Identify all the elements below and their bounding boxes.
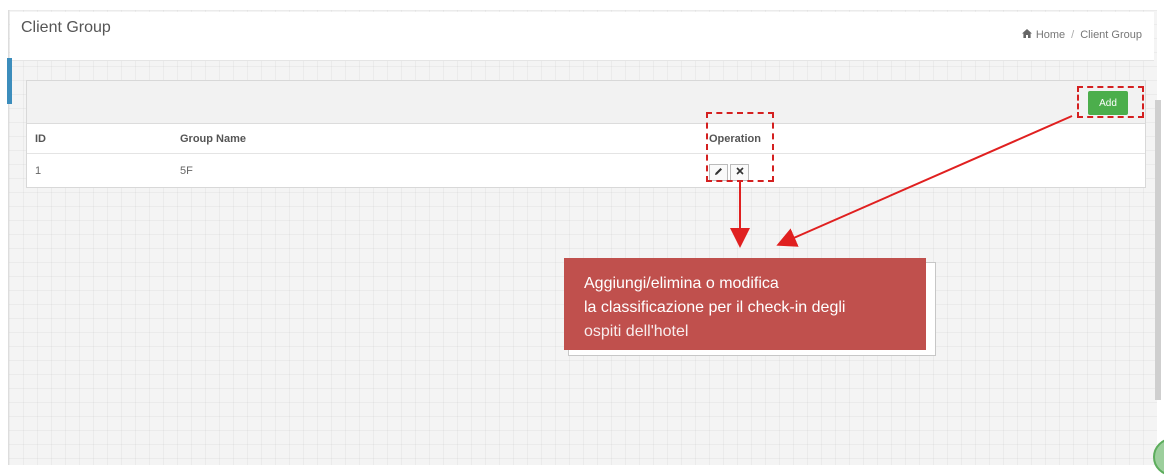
- operation-highlight-box: [706, 112, 774, 182]
- breadcrumb-separator: /: [1071, 29, 1075, 41]
- page-header: [10, 12, 1154, 61]
- sidebar-accent: [7, 58, 12, 104]
- breadcrumb-current: Client Group: [1080, 29, 1142, 41]
- page-title: Client Group: [21, 19, 111, 36]
- content-area: [8, 10, 1157, 465]
- cell-group-name: 5F: [180, 165, 193, 177]
- home-icon: [1021, 29, 1032, 41]
- cell-id: 1: [35, 165, 42, 177]
- column-header-group-name: Group Name: [180, 133, 247, 145]
- breadcrumb-home-link[interactable]: Home: [1036, 29, 1065, 41]
- table-divider: [27, 153, 1145, 154]
- callout-line-1: Aggiungi/elimina o modifica: [584, 275, 779, 292]
- annotation-callout: Aggiungi/elimina o modifica la classific…: [564, 258, 926, 350]
- callout-line-3: ospiti dell'hotel: [584, 323, 689, 340]
- callout-line-2: la classificazione per il check-in degli: [584, 299, 846, 316]
- table-toolbar: Add: [27, 81, 1145, 124]
- add-highlight-box: [1077, 86, 1144, 118]
- breadcrumb: Home / Client Group: [1021, 29, 1142, 41]
- scrollbar[interactable]: [1155, 100, 1161, 400]
- client-group-panel: Add ID Group Name Operation 1 5F: [26, 80, 1146, 188]
- column-header-id: ID: [35, 133, 46, 145]
